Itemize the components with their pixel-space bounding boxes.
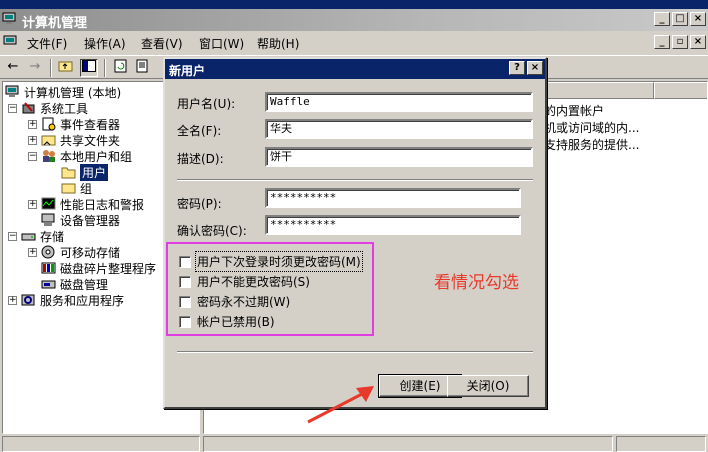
performance-icon xyxy=(41,197,56,210)
expand-shared-folders[interactable]: + xyxy=(28,136,37,145)
menu-action[interactable]: 操作(A) xyxy=(84,35,126,52)
tree-node-perf-logs[interactable]: 性能日志和警报 xyxy=(41,196,144,212)
tools-icon xyxy=(22,102,35,114)
close-window-button[interactable]: × xyxy=(690,12,706,26)
username-label: 用户名(U): xyxy=(177,97,236,111)
computer-management-icon xyxy=(2,12,16,24)
close-dialog-button[interactable]: 关闭(O) xyxy=(447,375,529,397)
description-field[interactable]: 饼干 xyxy=(265,147,533,167)
status-cell-middle xyxy=(203,436,613,452)
tree-node-storage[interactable]: 存储 xyxy=(21,228,64,244)
fullname-label: 全名(F): xyxy=(177,124,222,138)
status-cell-left xyxy=(2,436,200,452)
dialog-titlebar: 新用户 ? × xyxy=(165,59,545,79)
dialog-separator xyxy=(177,351,533,353)
new-user-dialog: 新用户 ? × 用户名(U): Waffle 全名(F): 华夫 描述(D): … xyxy=(163,57,547,409)
menu-file[interactable]: 文件(F) xyxy=(27,35,67,52)
shared-folder-icon xyxy=(41,135,56,146)
tree-node-system-tools[interactable]: 系统工具 xyxy=(21,100,88,116)
services-icon xyxy=(21,294,35,306)
expand-services-apps[interactable]: + xyxy=(8,296,17,305)
menu-help[interactable]: 帮助(H) xyxy=(257,35,299,52)
expand-event-viewer[interactable]: + xyxy=(28,120,37,129)
child-restore-button[interactable]: ▫ xyxy=(672,35,688,49)
expand-removable-storage[interactable]: + xyxy=(28,248,37,257)
toolbar-separator xyxy=(104,59,106,77)
dialog-close-button[interactable]: × xyxy=(527,61,543,75)
storage-icon xyxy=(21,233,36,241)
password-field[interactable]: ********** xyxy=(265,188,521,208)
window-title: 计算机管理 xyxy=(22,16,88,31)
dialog-help-button[interactable]: ? xyxy=(509,61,525,75)
defrag-icon xyxy=(41,262,56,274)
menu-window[interactable]: 窗口(W) xyxy=(199,35,244,52)
minimize-button[interactable]: _ xyxy=(654,12,670,26)
tree-node-removable-storage[interactable]: 可移动存储 xyxy=(41,244,120,260)
list-row-description[interactable]: 支持服务的提供... xyxy=(544,136,639,153)
event-viewer-icon xyxy=(42,117,56,131)
tree-node-event-viewer[interactable]: 事件查看器 xyxy=(41,116,120,132)
child-close-button[interactable]: × xyxy=(690,35,706,49)
status-cell-right xyxy=(616,436,706,452)
description-label: 描述(D): xyxy=(177,152,224,166)
list-column-header-description[interactable] xyxy=(654,82,707,99)
list-row-description[interactable]: 的内置帐户 xyxy=(544,102,604,119)
tree-node-users[interactable]: 用户 xyxy=(61,163,109,181)
checkbox-highlight-box xyxy=(166,242,374,336)
tree-node-defrag[interactable]: 磁盘碎片整理程序 xyxy=(41,260,156,276)
tree-node-disk-management[interactable]: 磁盘管理 xyxy=(41,276,108,292)
disk-management-icon xyxy=(41,280,56,289)
open-folder-icon xyxy=(61,167,76,179)
show-hide-tree-icon[interactable] xyxy=(80,59,98,77)
collapse-local-users-groups[interactable]: − xyxy=(28,152,37,161)
red-arrow-icon xyxy=(307,386,374,424)
removable-storage-icon xyxy=(41,245,55,259)
confirm-password-field[interactable]: ********** xyxy=(265,215,521,235)
forward-arrow-icon[interactable]: → xyxy=(26,59,44,77)
maximize-button[interactable]: □ xyxy=(672,12,688,26)
computer-management-icon xyxy=(5,85,19,97)
tree-node-shared-folders[interactable]: 共享文件夹 xyxy=(41,132,120,148)
main-titlebar: 计算机管理 _ □ × xyxy=(0,9,708,31)
annotation-text: 看情况勾选 xyxy=(434,273,519,293)
export-list-icon[interactable] xyxy=(134,59,152,77)
menubar: 文件(F) 操作(A) 查看(V) 窗口(W) 帮助(H) _ ▫ × xyxy=(0,31,708,55)
tree-node-local-users-groups[interactable]: 本地用户和组 xyxy=(41,148,132,164)
screen-top-edge xyxy=(0,0,708,9)
mmc-console-icon[interactable] xyxy=(3,35,19,49)
up-folder-icon[interactable] xyxy=(57,59,75,77)
list-row-description[interactable]: 机或访问域的内... xyxy=(544,119,639,136)
tree-node-groups[interactable]: 组 xyxy=(61,180,92,196)
back-arrow-icon[interactable]: ← xyxy=(4,59,22,77)
expand-perf-logs[interactable]: + xyxy=(28,200,37,209)
refresh-icon[interactable] xyxy=(112,59,130,77)
tree-node-device-manager[interactable]: 设备管理器 xyxy=(41,212,120,228)
tree-node-services-apps[interactable]: 服务和应用程序 xyxy=(21,292,124,308)
device-manager-icon xyxy=(41,213,55,226)
statusbar xyxy=(0,436,708,452)
menu-view[interactable]: 查看(V) xyxy=(141,35,183,52)
folder-icon xyxy=(61,183,76,194)
toolbar-separator xyxy=(50,59,52,77)
dialog-separator xyxy=(177,179,533,181)
child-minimize-button[interactable]: _ xyxy=(654,35,670,49)
confirm-password-label: 确认密码(C): xyxy=(177,224,247,238)
collapse-system-tools[interactable]: − xyxy=(8,104,17,113)
collapse-storage[interactable]: − xyxy=(8,232,17,241)
username-field[interactable]: Waffle xyxy=(265,92,533,112)
dialog-title: 新用户 xyxy=(169,64,206,78)
users-groups-icon xyxy=(43,150,55,162)
password-label: 密码(P): xyxy=(177,197,222,211)
tree-node-root[interactable]: 计算机管理 (本地) xyxy=(5,84,121,100)
fullname-field[interactable]: 华夫 xyxy=(265,119,533,139)
